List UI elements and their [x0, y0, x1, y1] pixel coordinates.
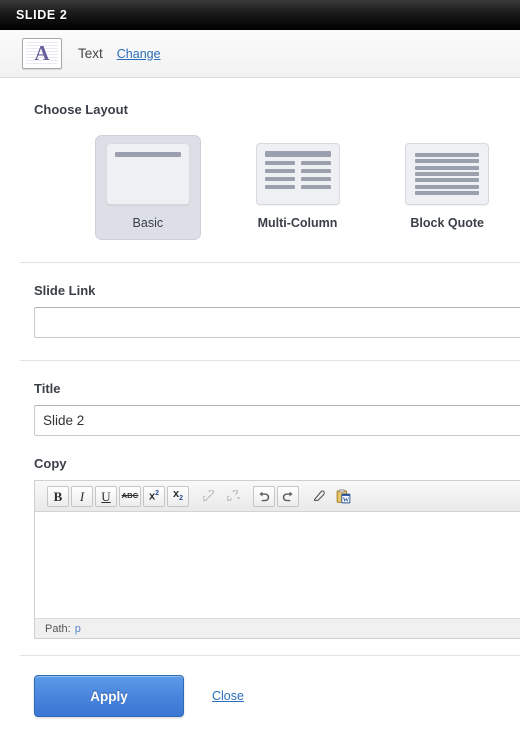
- choose-layout-heading: Choose Layout: [34, 102, 128, 117]
- thumb-bar: [300, 177, 331, 181]
- settings-panel: Choose Layout Basic Multi-Column Block Q…: [0, 78, 520, 717]
- layout-option-label: Multi-Column: [257, 216, 338, 230]
- underline-button[interactable]: U: [95, 485, 117, 507]
- strikethrough-button[interactable]: ABC: [119, 485, 141, 507]
- thumb-bar: [415, 190, 480, 195]
- layout-option-label: Block Quote: [410, 216, 484, 230]
- dialog-footer: Apply Close: [0, 656, 520, 717]
- thumb-bar: [415, 159, 480, 164]
- thumb-bar: [415, 184, 480, 189]
- text-type-icon-letter: A: [34, 41, 50, 65]
- layout-option-label: Basic: [132, 216, 164, 230]
- unlink-icon[interactable]: [222, 486, 244, 507]
- thumb-bar: [415, 165, 480, 170]
- slide-link-label: Slide Link: [34, 283, 96, 298]
- editor-content-area[interactable]: [35, 512, 520, 618]
- thumb-bar: [415, 171, 480, 176]
- close-link[interactable]: Close: [212, 689, 244, 703]
- bold-button[interactable]: B: [47, 485, 69, 507]
- thumb-bar: [264, 161, 295, 165]
- thumb-bar: [264, 151, 331, 157]
- title-section: Title: [0, 361, 520, 436]
- apply-button[interactable]: Apply: [34, 675, 184, 717]
- thumb-bar: [264, 185, 295, 189]
- thumb-bar: [300, 169, 331, 173]
- layout-option-basic[interactable]: Basic: [95, 135, 201, 240]
- paste-from-word-icon[interactable]: W: [332, 486, 354, 507]
- editor-toolbar: B I U ABC x2 x2 W: [35, 481, 520, 512]
- thumb-bar: [264, 177, 295, 181]
- undo-icon[interactable]: [253, 485, 275, 507]
- editor-path-label: Path:: [45, 622, 71, 635]
- copy-label: Copy: [34, 456, 67, 471]
- thumb-bar: [300, 185, 331, 189]
- layout-option-multi-column[interactable]: Multi-Column: [245, 135, 351, 240]
- text-type-icon: A: [22, 38, 62, 69]
- svg-text:W: W: [342, 496, 349, 503]
- rich-text-editor: B I U ABC x2 x2 W Path: p: [34, 480, 520, 639]
- basic-layout-thumbnail: [105, 143, 190, 205]
- thumb-column: [264, 161, 295, 197]
- slide-type-bar: A Text Change: [0, 30, 520, 78]
- editor-path-value[interactable]: p: [75, 623, 81, 635]
- layout-options: Basic Multi-Column Block Quote: [20, 135, 500, 240]
- title-label: Title: [34, 381, 61, 396]
- window-title: SLIDE 2: [16, 7, 68, 22]
- window-titlebar: SLIDE 2: [0, 0, 520, 30]
- superscript-button[interactable]: x2: [143, 485, 165, 507]
- layout-option-block-quote[interactable]: Block Quote: [394, 135, 500, 240]
- copy-section: Copy B I U ABC x2 x2 W Path: p: [0, 436, 520, 639]
- slide-link-section: Slide Link: [0, 263, 520, 338]
- editor-path-bar: Path: p: [35, 618, 520, 638]
- multi-column-layout-thumbnail: [255, 143, 340, 205]
- eraser-icon[interactable]: [308, 486, 330, 507]
- link-icon[interactable]: [198, 486, 220, 507]
- redo-icon[interactable]: [277, 485, 299, 507]
- thumb-columns: [264, 161, 331, 197]
- slide-link-input[interactable]: [34, 307, 520, 338]
- thumb-bar: [415, 153, 480, 157]
- thumb-bar: [300, 161, 331, 165]
- thumb-column: [300, 161, 331, 197]
- italic-button[interactable]: I: [71, 485, 93, 507]
- thumb-bar: [114, 152, 181, 157]
- change-type-link[interactable]: Change: [117, 47, 161, 61]
- block-quote-layout-thumbnail: [405, 143, 490, 205]
- slide-type-label: Text: [78, 46, 103, 61]
- subscript-button[interactable]: x2: [167, 485, 189, 507]
- title-input[interactable]: [34, 405, 520, 436]
- thumb-bar: [415, 178, 480, 183]
- thumb-bar: [264, 169, 295, 173]
- choose-layout-section: Choose Layout Basic Multi-Column Block Q…: [0, 78, 520, 240]
